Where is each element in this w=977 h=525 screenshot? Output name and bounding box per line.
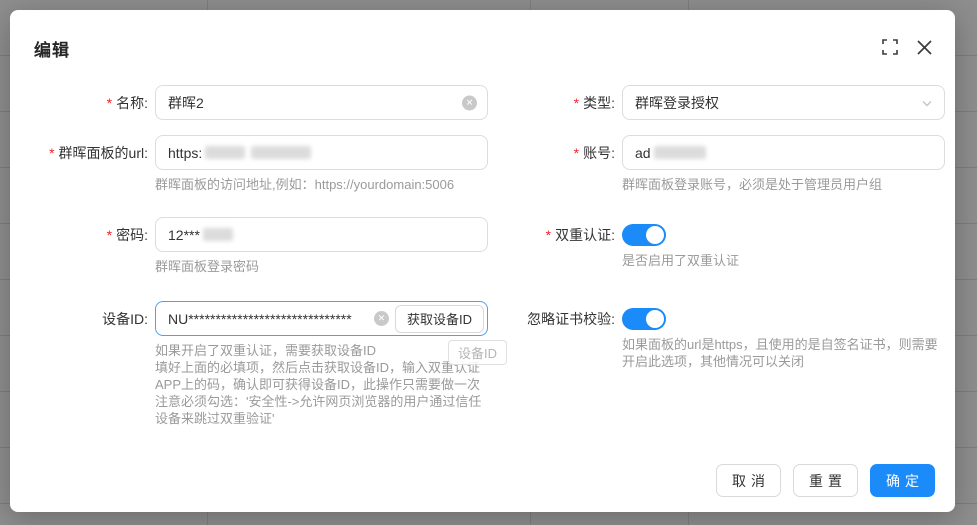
password-help-text: 群晖面板登录密码 — [155, 258, 488, 275]
required-mark: * — [107, 96, 112, 110]
redacted-text — [203, 228, 233, 241]
dialog-footer: 取消 重置 确定 — [716, 464, 935, 497]
password-value: 12*** — [168, 227, 200, 243]
clear-icon[interactable]: ✕ — [462, 95, 477, 110]
confirm-button[interactable]: 确定 — [870, 464, 935, 497]
redacted-text — [251, 146, 311, 159]
name-label: * 名称: — [34, 85, 155, 120]
form-item-two-factor: * 双重认证: 是否启用了双重认证 — [505, 217, 945, 275]
required-mark: * — [546, 228, 551, 242]
url-value: https: — [168, 145, 202, 161]
account-input[interactable]: ad — [622, 135, 945, 170]
name-input[interactable]: 群晖2 ✕ — [155, 85, 488, 120]
edit-dialog: 编辑 * 名称: 群晖2 ✕ — [10, 10, 955, 512]
type-label: * 类型: — [505, 85, 622, 120]
ignore-cert-help-text: 如果面板的url是https，且使用的是自签名证书，则需要开启此选项，其他情况可… — [622, 336, 945, 370]
device-id-tooltip: 设备ID — [448, 340, 507, 365]
edit-form: * 名称: 群晖2 ✕ * 类型: 群晖登录授权 — [10, 85, 955, 427]
fullscreen-icon[interactable] — [881, 38, 899, 56]
two-factor-label: * 双重认证: — [505, 217, 622, 252]
reset-button[interactable]: 重置 — [793, 464, 858, 497]
device-id-input[interactable]: NU****************************** ✕ 获取设备I… — [155, 301, 488, 336]
device-id-value: NU****************************** — [168, 311, 370, 327]
dialog-header: 编辑 — [10, 10, 955, 61]
clear-icon[interactable]: ✕ — [374, 311, 389, 326]
dialog-title: 编辑 — [34, 36, 931, 61]
account-label: * 账号: — [505, 135, 622, 170]
ignore-cert-toggle[interactable] — [622, 308, 666, 330]
form-item-name: * 名称: 群晖2 ✕ — [34, 85, 488, 120]
device-id-help-text: 如果开启了双重认证，需要获取设备ID 填好上面的必填项，然后点击获取设备ID，输… — [155, 342, 488, 427]
chevron-down-icon — [921, 97, 933, 109]
required-mark: * — [49, 146, 54, 160]
form-item-password: * 密码: 12*** 群晖面板登录密码 — [34, 217, 488, 275]
type-select[interactable]: 群晖登录授权 — [622, 85, 945, 120]
form-item-ignore-cert: 忽略证书校验: 如果面板的url是https，且使用的是自签名证书，则需要开启此… — [505, 301, 945, 427]
account-help-text: 群晖面板登录账号，必须是处于管理员用户组 — [622, 176, 945, 193]
password-label: * 密码: — [34, 217, 155, 252]
device-id-label: 设备ID: — [34, 301, 155, 336]
form-item-type: * 类型: 群晖登录授权 — [505, 85, 945, 120]
required-mark: * — [574, 96, 579, 110]
close-icon[interactable] — [915, 38, 933, 56]
url-help-text: 群晖面板的访问地址,例如：https://yourdomain:5006 — [155, 176, 488, 193]
two-factor-toggle[interactable] — [622, 224, 666, 246]
redacted-text — [654, 146, 706, 159]
form-item-device-id: 设备ID: NU****************************** ✕… — [34, 301, 488, 427]
form-item-account: * 账号: ad 群晖面板登录账号，必须是处于管理员用户组 — [505, 135, 945, 193]
required-mark: * — [574, 146, 579, 160]
type-selected-value: 群晖登录授权 — [635, 93, 719, 113]
get-device-id-button[interactable]: 获取设备ID — [395, 305, 484, 333]
name-value: 群晖2 — [168, 93, 204, 113]
url-input[interactable]: https: — [155, 135, 488, 170]
account-value: ad — [635, 145, 651, 161]
ignore-cert-label: 忽略证书校验: — [505, 301, 622, 336]
two-factor-help-text: 是否启用了双重认证 — [622, 252, 945, 269]
url-label: * 群晖面板的url: — [34, 135, 155, 170]
form-item-url: * 群晖面板的url: https: 群晖面板的访问地址,例如：https://… — [34, 135, 488, 193]
password-input[interactable]: 12*** — [155, 217, 488, 252]
redacted-text — [205, 146, 245, 159]
required-mark: * — [107, 228, 112, 242]
cancel-button[interactable]: 取消 — [716, 464, 781, 497]
